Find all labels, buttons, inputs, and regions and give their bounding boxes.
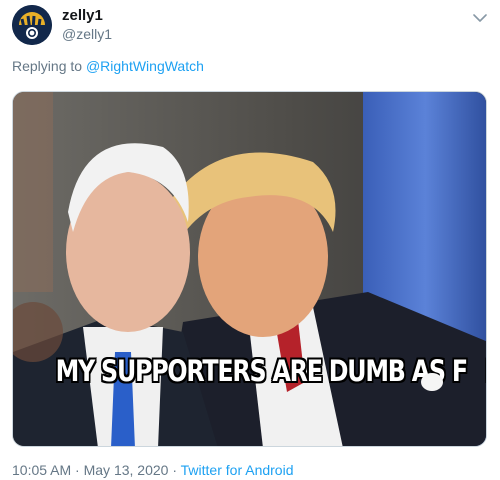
- separator-dot: ·: [172, 462, 178, 478]
- reply-prefix: Replying to: [12, 58, 83, 74]
- censor-blob: [421, 373, 443, 391]
- chevron-down-icon[interactable]: [470, 8, 490, 28]
- tweet-time[interactable]: 10:05 AM: [12, 462, 71, 478]
- tweet-image[interactable]: MY SUPPORTERS ARE DUMB AS F K: [12, 91, 487, 447]
- tweet-metadata: 10:05 AM · May 13, 2020 · Twitter for An…: [12, 462, 293, 478]
- tweet-source-link[interactable]: Twitter for Android: [181, 462, 294, 478]
- avatar[interactable]: [12, 5, 52, 45]
- reply-target-link[interactable]: @RightWingWatch: [86, 58, 204, 74]
- meme-caption: MY SUPPORTERS ARE DUMB AS F K: [56, 354, 486, 388]
- user-handle[interactable]: @zelly1: [62, 26, 112, 42]
- separator-dot: ·: [75, 462, 80, 478]
- tweet-date[interactable]: May 13, 2020: [84, 462, 169, 478]
- reply-context: Replying to @RightWingWatch: [12, 58, 204, 74]
- display-name[interactable]: zelly1: [62, 7, 103, 24]
- tweet: zelly1 @zelly1 Replying to @RightWingWat…: [0, 0, 500, 480]
- meme-photo: [13, 92, 486, 446]
- meme-caption-main: MY SUPPORTERS ARE DUMB AS F: [55, 354, 469, 388]
- meme-caption-end: K: [485, 354, 486, 388]
- brewers-logo-icon: [12, 5, 52, 45]
